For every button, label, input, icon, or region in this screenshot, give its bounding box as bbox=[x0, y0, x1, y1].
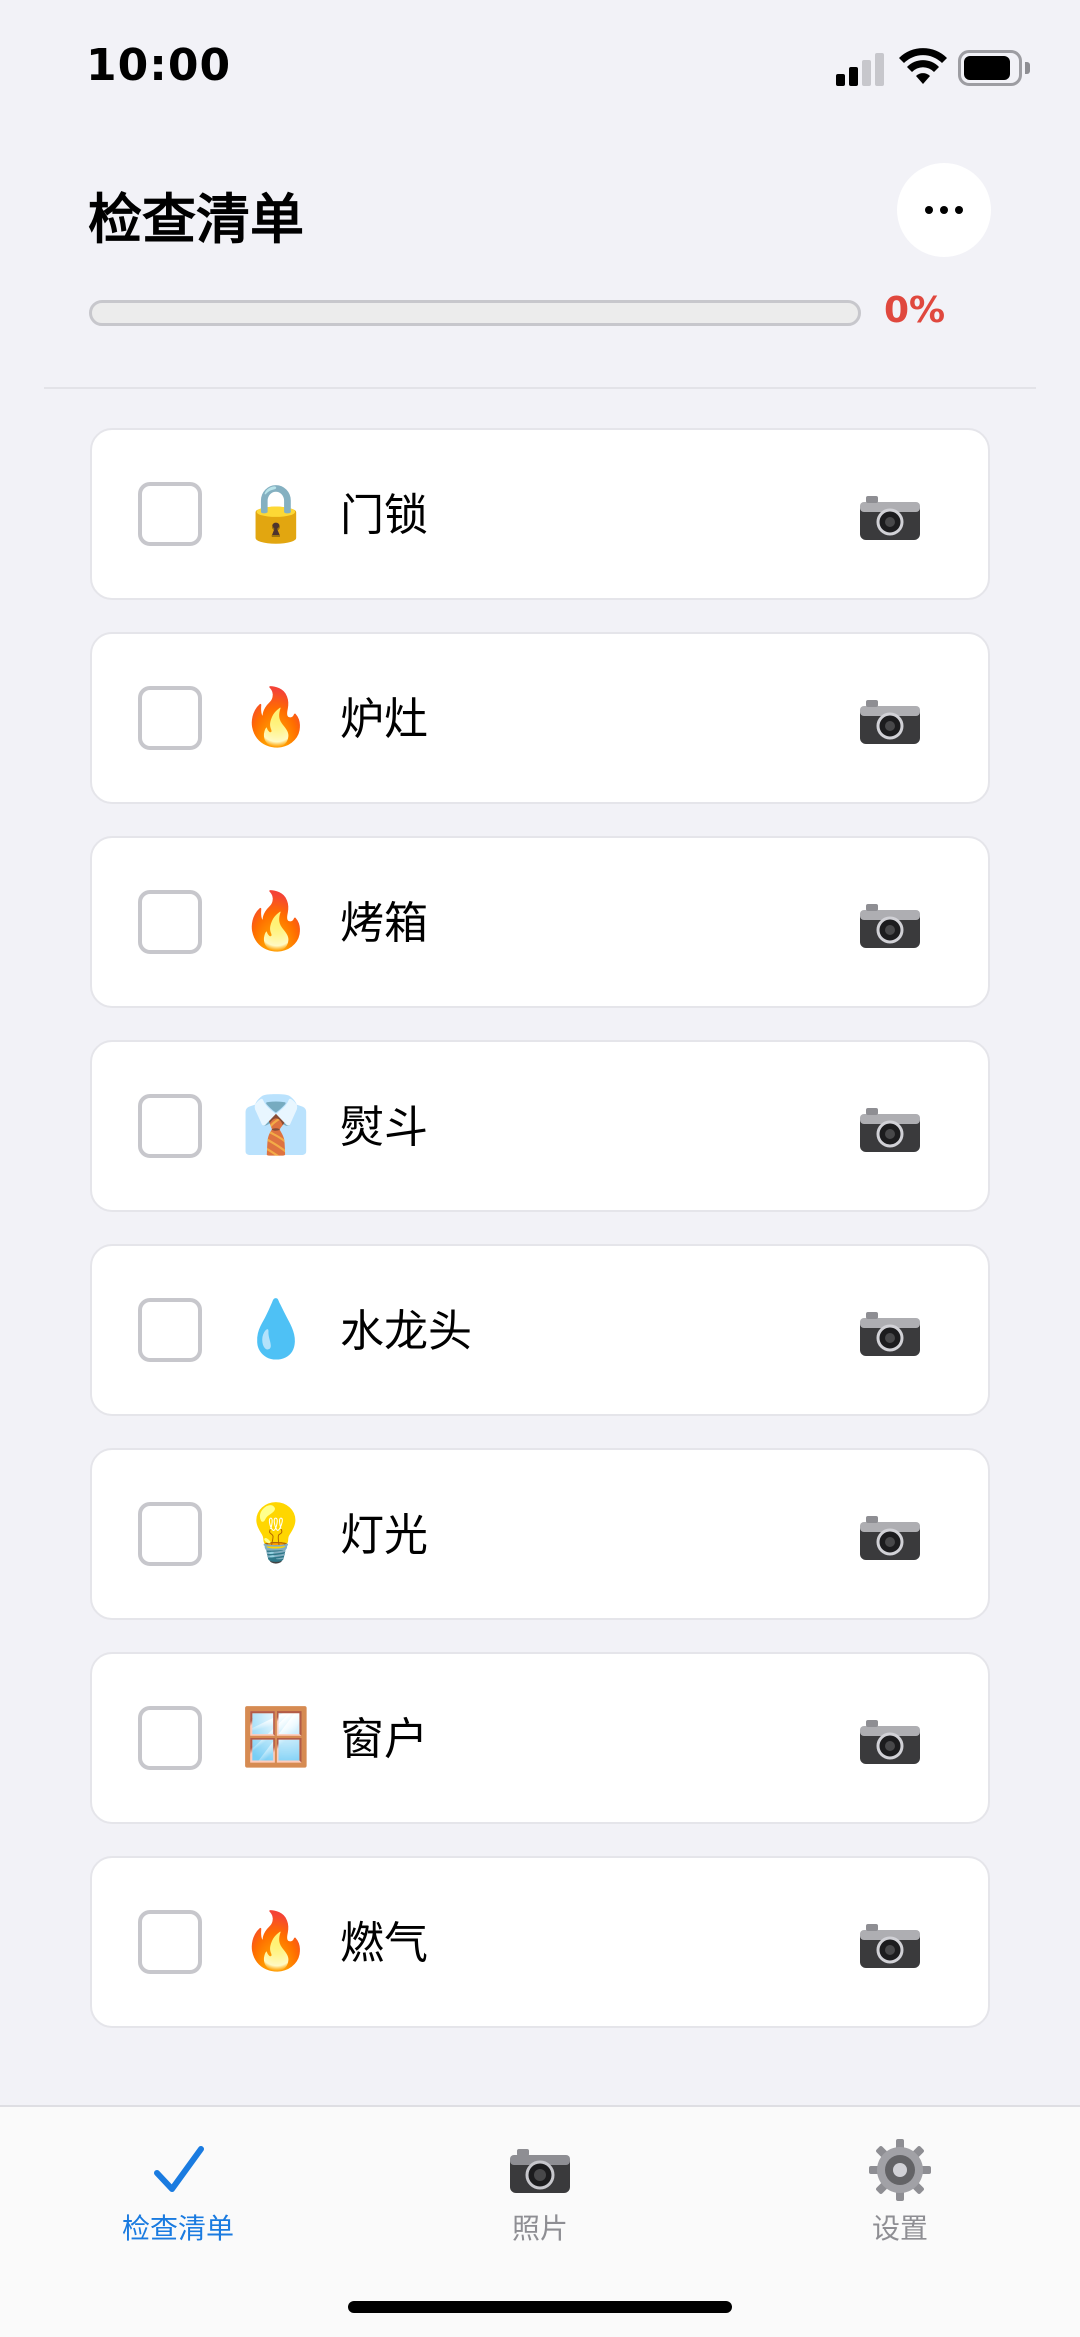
checklist-item[interactable]: 👔 熨斗 bbox=[90, 1040, 990, 1212]
checklist-item[interactable]: 💡 灯光 bbox=[90, 1448, 990, 1620]
checkbox[interactable] bbox=[138, 482, 202, 546]
status-time: 10:00 bbox=[86, 40, 232, 91]
progress-bar bbox=[89, 300, 861, 326]
divider bbox=[44, 387, 1036, 389]
checkbox[interactable] bbox=[138, 686, 202, 750]
checklist-item-label: 水龙头 bbox=[340, 1306, 472, 1357]
gear-icon bbox=[869, 2139, 931, 2201]
checklist-item-label: 门锁 bbox=[340, 490, 428, 541]
checkbox[interactable] bbox=[138, 1298, 202, 1362]
camera-icon[interactable] bbox=[858, 492, 922, 542]
checklist-item-label: 窗户 bbox=[340, 1714, 428, 1765]
fire-icon: 🔥 bbox=[241, 889, 311, 954]
checkbox[interactable] bbox=[138, 1502, 202, 1566]
camera-icon[interactable] bbox=[858, 1716, 922, 1766]
tab-label: 设置 bbox=[871, 2212, 928, 2245]
lock-icon: 🔒 bbox=[241, 481, 311, 546]
fire-icon: 🔥 bbox=[241, 1909, 311, 1974]
checklist-item[interactable]: 🔥 炉灶 bbox=[90, 632, 990, 804]
checklist-item[interactable]: 🔥 烤箱 bbox=[90, 836, 990, 1008]
tab-checklist[interactable]: 检查清单 bbox=[58, 2137, 298, 2257]
wifi-icon bbox=[899, 48, 947, 84]
ellipsis-icon bbox=[925, 206, 933, 214]
checklist-item-label: 灯光 bbox=[340, 1510, 428, 1561]
checklist-item[interactable]: 🪟 窗户 bbox=[90, 1652, 990, 1824]
tab-photos[interactable]: 照片 bbox=[420, 2137, 660, 2257]
checkbox[interactable] bbox=[138, 1706, 202, 1770]
camera-icon[interactable] bbox=[858, 1104, 922, 1154]
shirt-icon: 👔 bbox=[241, 1093, 311, 1158]
camera-icon[interactable] bbox=[858, 1920, 922, 1970]
camera-icon[interactable] bbox=[858, 1308, 922, 1358]
camera-icon bbox=[510, 2149, 570, 2193]
camera-icon[interactable] bbox=[858, 696, 922, 746]
fire-icon: 🔥 bbox=[241, 685, 311, 750]
home-indicator bbox=[348, 2301, 732, 2313]
tab-label: 检查清单 bbox=[121, 2212, 234, 2245]
tab-bar: 检查清单 照片 设置 bbox=[0, 2105, 1080, 2337]
checkbox[interactable] bbox=[138, 890, 202, 954]
checklist-item-label: 烤箱 bbox=[340, 898, 428, 949]
checklist-item-label: 炉灶 bbox=[340, 694, 428, 745]
window-icon: 🪟 bbox=[241, 1705, 311, 1770]
checklist-item[interactable]: 🔒 门锁 bbox=[90, 428, 990, 600]
page-title: 检查清单 bbox=[88, 188, 304, 251]
checkmark-icon bbox=[154, 2146, 204, 2192]
cellular-signal-icon bbox=[836, 52, 886, 86]
checklist-item-label: 燃气 bbox=[340, 1918, 428, 1969]
camera-icon[interactable] bbox=[858, 900, 922, 950]
progress-percent: 0% bbox=[884, 290, 946, 331]
tab-settings[interactable]: 设置 bbox=[780, 2137, 1020, 2257]
light-bulb-icon: 💡 bbox=[241, 1501, 311, 1566]
checklist-item[interactable]: 🔥 燃气 bbox=[90, 1856, 990, 2028]
droplet-icon: 💧 bbox=[241, 1297, 311, 1362]
checklist-item-label: 熨斗 bbox=[340, 1102, 428, 1153]
checkbox[interactable] bbox=[138, 1910, 202, 1974]
tab-label: 照片 bbox=[511, 2212, 568, 2245]
status-bar: 10:00 bbox=[0, 0, 1080, 130]
checklist-item[interactable]: 💧 水龙头 bbox=[90, 1244, 990, 1416]
battery-icon bbox=[958, 50, 1030, 86]
checkbox[interactable] bbox=[138, 1094, 202, 1158]
more-options-button[interactable] bbox=[897, 163, 991, 257]
camera-icon[interactable] bbox=[858, 1512, 922, 1562]
